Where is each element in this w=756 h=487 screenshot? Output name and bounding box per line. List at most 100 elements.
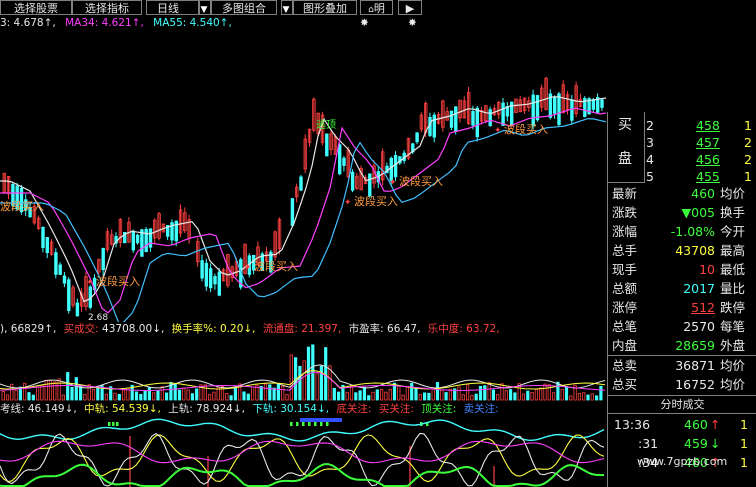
indicator-marks (108, 418, 495, 487)
volume-bar (504, 390, 508, 401)
candle-body (350, 171, 355, 191)
volume-bar (250, 386, 255, 401)
buy-arrow-icon: ✦ (494, 126, 502, 136)
volume-bar (173, 384, 177, 401)
volume-bar (122, 389, 126, 401)
stat-latest: 最新 460 均价 (612, 186, 746, 201)
low-price-label: 2.68 (88, 313, 108, 322)
volume-bar (508, 389, 513, 401)
overlay-chart-button[interactable]: 图形叠加 (293, 0, 357, 15)
volume-bar (496, 394, 500, 401)
detail-button[interactable]: ⌂明 (360, 0, 393, 15)
volume-bar (23, 382, 27, 401)
buy-signal-label: 波段买入 (0, 199, 44, 213)
indicator-chart[interactable] (0, 416, 606, 487)
volume-bar (289, 354, 293, 401)
select-indicator-button[interactable]: 选择指标 (72, 0, 142, 15)
candle-body (325, 133, 329, 157)
volume-chart[interactable] (0, 336, 606, 402)
volume-bar (74, 377, 78, 401)
next-button[interactable]: ▶ (398, 0, 422, 15)
candle-body (54, 252, 58, 275)
stat-limit-up: 涨停 512 跌停 (612, 300, 746, 315)
period-select[interactable]: 日线 (146, 0, 199, 15)
period-dropdown-icon[interactable]: ▼ (199, 0, 211, 15)
volume-bar (1, 391, 5, 401)
trust-value: 乐中度: 63.72, (427, 323, 500, 335)
stat-change: 涨跌 ▼005 换手 (612, 205, 746, 220)
volume-bar (388, 388, 392, 401)
volume-bar (552, 392, 556, 401)
ma55-value: MA55: 4.540↑, (153, 17, 232, 29)
candle-body (299, 176, 303, 191)
kline-chart[interactable]: ✦ 波段买入✦ 波段买入✦ 波段买入✦ 波段买入✦ 波段买入波段买入 逃顶 2.68 (0, 30, 606, 322)
volume-bar (182, 387, 186, 401)
quote-panel: 买 盘 2 458 1 3 457 2 4 456 2 5 455 1 最新 460 均价 涨跌 ▼0… (607, 112, 756, 487)
volume-bar (70, 386, 74, 401)
volume-bar (57, 378, 61, 401)
top-watch-label: 顶关注: (421, 403, 457, 415)
star-icon: ✸ (408, 17, 417, 29)
volume-bar (31, 394, 35, 401)
candle-body (148, 228, 153, 248)
stat-total-trades: 总笔 2570 每笔 (612, 319, 746, 334)
tick-row: :31 459 ↓ 1 (638, 436, 748, 451)
volume-bar (461, 394, 465, 401)
candle-body (45, 237, 49, 254)
turnover-value: 换手率%: 0.20↓, (171, 323, 256, 335)
volume-bar (27, 392, 31, 401)
candle-body (415, 132, 419, 143)
volume-bar (259, 385, 263, 401)
tick-header[interactable]: 分时成交 (608, 395, 756, 414)
volume-bar (465, 383, 470, 401)
candle-body (488, 109, 492, 126)
candle-body (131, 230, 135, 251)
candle-body (535, 95, 540, 121)
indicator-legend: 考线: 46.149↓, 中轨: 54.539↓, 上轨: 78.924↓, 下… (0, 402, 606, 416)
tick-row: 13:36 460 ↑ 1 (614, 417, 748, 432)
select-stock-button[interactable]: 选择股票 (0, 0, 72, 15)
bottom-watch-label: 底关注: (336, 403, 372, 415)
volume-bar (590, 393, 594, 401)
volume-bar (470, 395, 474, 401)
volume-bar (319, 365, 324, 401)
volume-bar (457, 386, 461, 401)
star-icon: ✸ (360, 17, 369, 29)
volume-bar (414, 388, 418, 401)
volume-bar (358, 390, 362, 401)
multi-chart-button[interactable]: 多图组合 (211, 0, 277, 15)
volume-bar (91, 389, 96, 401)
candle-body (471, 110, 475, 126)
volume-bar (246, 393, 250, 401)
volume-bar (117, 393, 121, 401)
float-cap-value: 流通盘: 21.397, (262, 323, 342, 335)
overlay-dropdown-icon[interactable]: ▼ (281, 0, 293, 15)
volume-bar (272, 387, 276, 401)
candle-body (208, 268, 213, 289)
trade-volume-label: 买成交: (63, 323, 99, 335)
volume-bar (336, 391, 341, 401)
ma-short-value: 3: 4.678↑, (0, 17, 56, 29)
volume-bar (410, 382, 414, 401)
volume-bar (556, 381, 560, 401)
volume-bar (487, 382, 491, 401)
volume-bar (577, 392, 582, 401)
volume-bar (560, 389, 564, 401)
volume-bar (599, 385, 603, 401)
mid-band-value: 中轨: 54.539↓, (84, 403, 161, 415)
volume-bar (564, 386, 569, 401)
bid-label-top: 买 (618, 117, 632, 133)
candle-body (62, 275, 67, 284)
volume-bar (203, 384, 207, 401)
volume-bar (164, 392, 169, 401)
volume-bar (349, 386, 354, 401)
volume-bar (53, 381, 57, 401)
ma-legend: 3: 4.678↑, MA34: 4.621↑, MA55: 4.540↑, ✸… (0, 16, 417, 30)
volume-bar (530, 391, 534, 401)
buy-watch-mark (302, 422, 305, 426)
candle-body (58, 264, 62, 275)
volume-bar (418, 394, 422, 401)
volume-bar (448, 388, 453, 401)
buy-watch-mark (308, 422, 311, 426)
buy-arrow-icon: ✦ (244, 263, 252, 273)
